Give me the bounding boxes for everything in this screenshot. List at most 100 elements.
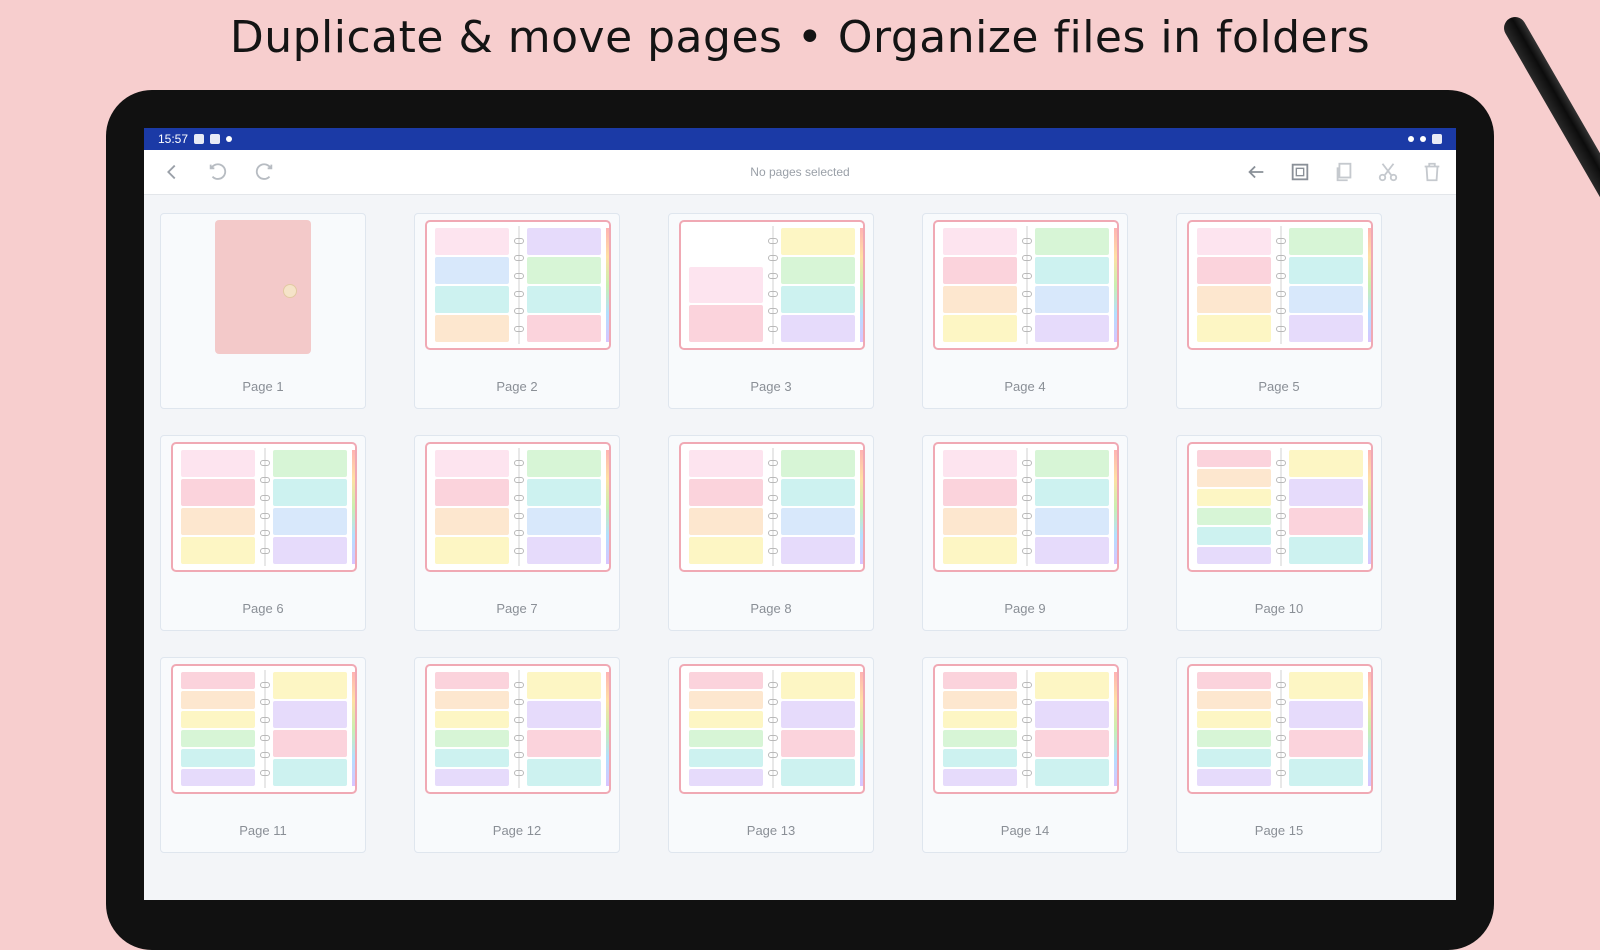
page-card[interactable]: Page 3: [668, 213, 874, 409]
page-card[interactable]: Page 9: [922, 435, 1128, 631]
planner-half: [1035, 672, 1109, 786]
page-card[interactable]: Page 13: [668, 657, 874, 853]
ring-icon: [1276, 459, 1286, 466]
planner-block: [181, 749, 255, 767]
planner-block: [527, 508, 601, 535]
ring-icon: [1276, 512, 1286, 519]
page-card[interactable]: Page 14: [922, 657, 1128, 853]
planner-block: [1197, 527, 1271, 545]
page-label: Page 8: [750, 601, 792, 616]
planner-block: [435, 228, 509, 255]
planner-block: [689, 508, 763, 535]
planner-half: [689, 672, 763, 786]
planner-block: [527, 537, 601, 564]
planner-rings: [1018, 676, 1036, 782]
planner-block: [781, 508, 855, 535]
planner-rings: [1272, 454, 1290, 560]
planner-half: [181, 672, 255, 786]
page-card[interactable]: Page 11: [160, 657, 366, 853]
planner-half: [435, 450, 509, 564]
page-card[interactable]: Page 7: [414, 435, 620, 631]
page-thumbnail: [679, 220, 865, 350]
app-screen: 15:57 No pages selected Page 1 Page 2 Pa…: [144, 128, 1456, 900]
page-card[interactable]: Page 4: [922, 213, 1128, 409]
ring-icon: [514, 681, 524, 688]
ring-icon: [768, 752, 778, 759]
planner-block: [1035, 286, 1109, 313]
duplicate-button[interactable]: [1330, 158, 1358, 186]
ring-icon: [260, 717, 270, 724]
battery-icon: [1432, 134, 1442, 144]
planner-block: [527, 759, 601, 786]
ring-icon: [260, 459, 270, 466]
ring-icon: [1276, 290, 1286, 297]
ring-icon: [260, 681, 270, 688]
planner-half: [527, 450, 601, 564]
cloud-icon: [210, 134, 221, 144]
ring-icon: [1276, 477, 1286, 484]
planner-rings: [1018, 232, 1036, 338]
ring-icon: [514, 770, 524, 777]
page-thumbnail: [1187, 664, 1373, 794]
planner-block: [943, 729, 1017, 748]
page-card[interactable]: Page 15: [1176, 657, 1382, 853]
planner-block: [181, 729, 255, 748]
planner-block: [435, 257, 509, 284]
planner-block: [689, 749, 763, 767]
ring-icon: [1022, 530, 1032, 537]
tab-edge: [860, 228, 863, 342]
planner-block: [1289, 315, 1363, 342]
planner-block: [943, 691, 1017, 709]
planner-block: [527, 450, 601, 477]
page-card[interactable]: Page 12: [414, 657, 620, 853]
page-label: Page 5: [1258, 379, 1300, 394]
ring-icon: [260, 734, 270, 741]
cut-button[interactable]: [1374, 158, 1402, 186]
planner-block: [1289, 701, 1363, 728]
wifi-icon: [1420, 136, 1426, 142]
planner-half: [1197, 672, 1271, 786]
ring-icon: [260, 752, 270, 759]
move-back-button[interactable]: [1242, 158, 1270, 186]
planner-block: [527, 257, 601, 284]
ring-icon: [1276, 752, 1286, 759]
ring-icon: [768, 290, 778, 297]
planner-block: [1035, 759, 1109, 786]
planner-half: [781, 450, 855, 564]
ring-icon: [1276, 273, 1286, 280]
redo-button[interactable]: [250, 158, 278, 186]
ring-icon: [768, 459, 778, 466]
planner-block: [527, 286, 601, 313]
planner-block: [181, 450, 255, 477]
planner-half: [527, 228, 601, 342]
page-card[interactable]: Page 6: [160, 435, 366, 631]
planner-block: [1197, 691, 1271, 709]
planner-block: [181, 537, 255, 564]
tab-edge: [1114, 450, 1117, 564]
page-card[interactable]: Page 5: [1176, 213, 1382, 409]
planner-rings: [1272, 232, 1290, 338]
cover-clasp: [283, 284, 297, 298]
select-button[interactable]: [1286, 158, 1314, 186]
page-card[interactable]: Page 1: [160, 213, 366, 409]
mute-icon: [1408, 136, 1414, 142]
redo-icon: [255, 163, 273, 180]
undo-button[interactable]: [204, 158, 232, 186]
planner-half: [689, 228, 763, 343]
page-card[interactable]: Page 2: [414, 213, 620, 409]
tab-edge: [1368, 672, 1371, 786]
page-card[interactable]: Page 10: [1176, 435, 1382, 631]
planner-block: [943, 315, 1017, 342]
page-label: Page 12: [492, 823, 542, 838]
delete-button[interactable]: [1418, 158, 1446, 186]
ring-icon: [1276, 770, 1286, 777]
planner-block: [273, 701, 347, 728]
ring-icon: [1022, 681, 1032, 688]
planner-block: [943, 508, 1017, 535]
ring-icon: [514, 477, 524, 484]
back-button[interactable]: [158, 158, 186, 186]
ring-icon: [1022, 273, 1032, 280]
page-card[interactable]: Page 8: [668, 435, 874, 631]
planner-block: [781, 479, 855, 506]
planner-block: [781, 537, 855, 564]
